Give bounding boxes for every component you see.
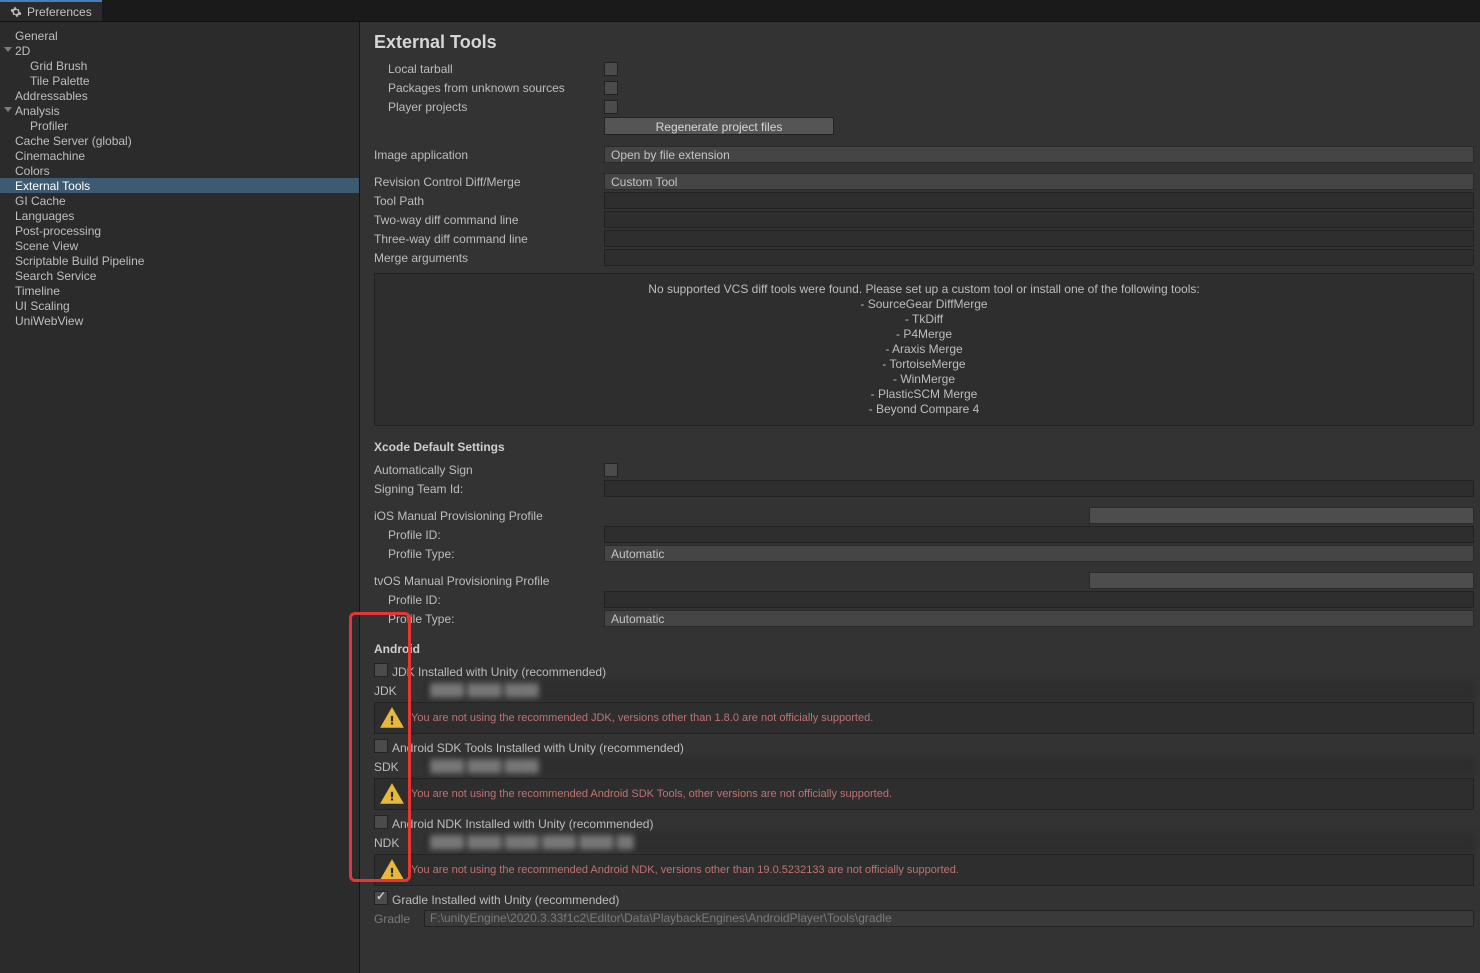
sidebar-item-timeline[interactable]: Timeline bbox=[0, 283, 359, 298]
three-way-label: Three-way diff command line bbox=[374, 232, 604, 246]
tool-path-label: Tool Path bbox=[374, 194, 604, 208]
gradle-label: Gradle bbox=[374, 912, 424, 926]
ndk-checkbox-label: Android NDK Installed with Unity (recomm… bbox=[392, 817, 653, 831]
auto-sign-label: Automatically Sign bbox=[374, 463, 604, 477]
tvos-profile-id-label: Profile ID: bbox=[374, 593, 604, 607]
sidebar-item-tile-palette[interactable]: Tile Palette bbox=[0, 73, 359, 88]
ndk-label: NDK bbox=[374, 836, 424, 850]
sidebar-item-gi-cache[interactable]: GI Cache bbox=[0, 193, 359, 208]
revision-control-label: Revision Control Diff/Merge bbox=[374, 175, 604, 189]
sdk-path-input[interactable]: ████ ████ ████ bbox=[424, 758, 1474, 775]
ios-prov-heading: iOS Manual Provisioning Profile bbox=[374, 509, 604, 523]
ios-profile-type-label: Profile Type: bbox=[374, 547, 604, 561]
sidebar-item-2d[interactable]: 2D bbox=[0, 43, 359, 58]
three-way-input[interactable] bbox=[604, 230, 1474, 247]
sdk-checkbox[interactable] bbox=[374, 739, 388, 753]
ndk-checkbox[interactable] bbox=[374, 815, 388, 829]
tvos-prov-heading: tvOS Manual Provisioning Profile bbox=[374, 574, 604, 588]
gradle-checkbox[interactable] bbox=[374, 891, 388, 905]
sidebar-item-post-processing[interactable]: Post-processing bbox=[0, 223, 359, 238]
ndk-warning: You are not using the recommended Androi… bbox=[374, 854, 1474, 886]
team-id-input[interactable] bbox=[604, 480, 1474, 497]
two-way-input[interactable] bbox=[604, 211, 1474, 228]
ios-profile-id-input[interactable] bbox=[604, 526, 1474, 543]
merge-args-label: Merge arguments bbox=[374, 251, 604, 265]
sdk-warning: You are not using the recommended Androi… bbox=[374, 778, 1474, 810]
regenerate-button[interactable]: Regenerate project files bbox=[604, 117, 834, 135]
auto-sign-checkbox[interactable] bbox=[604, 463, 618, 477]
sidebar-item-profiler[interactable]: Profiler bbox=[0, 118, 359, 133]
sidebar-item-colors[interactable]: Colors bbox=[0, 163, 359, 178]
warning-icon bbox=[379, 781, 405, 807]
sidebar-item-languages[interactable]: Languages bbox=[0, 208, 359, 223]
main-panel: External Tools Local tarball Packages fr… bbox=[360, 22, 1480, 973]
revision-control-dropdown[interactable]: Custom Tool bbox=[604, 173, 1474, 190]
jdk-checkbox-label: JDK Installed with Unity (recommended) bbox=[392, 665, 606, 679]
jdk-checkbox[interactable] bbox=[374, 663, 388, 677]
tvos-browse-button[interactable] bbox=[1089, 572, 1474, 589]
ndk-path-input[interactable]: ████ ████ ████ ████ ████ ██ bbox=[424, 834, 1474, 851]
two-way-label: Two-way diff command line bbox=[374, 213, 604, 227]
warning-icon bbox=[379, 857, 405, 883]
image-app-label: Image application bbox=[374, 148, 604, 162]
sidebar-item-cache-server-global-[interactable]: Cache Server (global) bbox=[0, 133, 359, 148]
merge-args-input[interactable] bbox=[604, 249, 1474, 266]
sidebar-item-external-tools[interactable]: External Tools bbox=[0, 178, 359, 193]
tvos-profile-type-dropdown[interactable]: Automatic bbox=[604, 610, 1474, 627]
sdk-label: SDK bbox=[374, 760, 424, 774]
player-projects-label: Player projects bbox=[374, 100, 604, 114]
sidebar-item-uniwebview[interactable]: UniWebView bbox=[0, 313, 359, 328]
ios-profile-type-dropdown[interactable]: Automatic bbox=[604, 545, 1474, 562]
tab-bar: Preferences bbox=[0, 0, 1480, 22]
sidebar: General2DGrid BrushTile PaletteAddressab… bbox=[0, 22, 360, 973]
xcode-heading: Xcode Default Settings bbox=[374, 440, 1474, 454]
page-title: External Tools bbox=[374, 32, 1474, 53]
sidebar-item-scene-view[interactable]: Scene View bbox=[0, 238, 359, 253]
jdk-label: JDK bbox=[374, 684, 424, 698]
sidebar-item-cinemachine[interactable]: Cinemachine bbox=[0, 148, 359, 163]
tab-preferences[interactable]: Preferences bbox=[0, 0, 102, 21]
tab-label: Preferences bbox=[27, 5, 92, 19]
jdk-path-input[interactable]: ████ ████ ████ bbox=[424, 682, 1474, 699]
tvos-profile-id-input[interactable] bbox=[604, 591, 1474, 608]
player-projects-checkbox[interactable] bbox=[604, 100, 618, 114]
sidebar-item-addressables[interactable]: Addressables bbox=[0, 88, 359, 103]
ios-browse-button[interactable] bbox=[1089, 507, 1474, 524]
sidebar-item-search-service[interactable]: Search Service bbox=[0, 268, 359, 283]
sdk-checkbox-label: Android SDK Tools Installed with Unity (… bbox=[392, 741, 684, 755]
warning-icon bbox=[379, 705, 405, 731]
jdk-warning: You are not using the recommended JDK, v… bbox=[374, 702, 1474, 734]
image-app-dropdown[interactable]: Open by file extension bbox=[604, 146, 1474, 163]
sidebar-item-scriptable-build-pipeline[interactable]: Scriptable Build Pipeline bbox=[0, 253, 359, 268]
android-heading: Android bbox=[374, 642, 1474, 656]
sidebar-item-general[interactable]: General bbox=[0, 28, 359, 43]
gradle-checkbox-label: Gradle Installed with Unity (recommended… bbox=[392, 893, 619, 907]
local-tarball-label: Local tarball bbox=[374, 62, 604, 76]
sidebar-item-grid-brush[interactable]: Grid Brush bbox=[0, 58, 359, 73]
tvos-profile-type-label: Profile Type: bbox=[374, 612, 604, 626]
unknown-sources-label: Packages from unknown sources bbox=[374, 81, 604, 95]
local-tarball-checkbox[interactable] bbox=[604, 62, 618, 76]
team-id-label: Signing Team Id: bbox=[374, 482, 604, 496]
sidebar-item-ui-scaling[interactable]: UI Scaling bbox=[0, 298, 359, 313]
gradle-path-input: F:\unityEngine\2020.3.33f1c2\Editor\Data… bbox=[424, 910, 1474, 927]
gear-icon bbox=[10, 6, 22, 18]
tool-path-input[interactable] bbox=[604, 192, 1474, 209]
ios-profile-id-label: Profile ID: bbox=[374, 528, 604, 542]
vcs-note: No supported VCS diff tools were found. … bbox=[374, 273, 1474, 426]
sidebar-item-analysis[interactable]: Analysis bbox=[0, 103, 359, 118]
unknown-sources-checkbox[interactable] bbox=[604, 81, 618, 95]
